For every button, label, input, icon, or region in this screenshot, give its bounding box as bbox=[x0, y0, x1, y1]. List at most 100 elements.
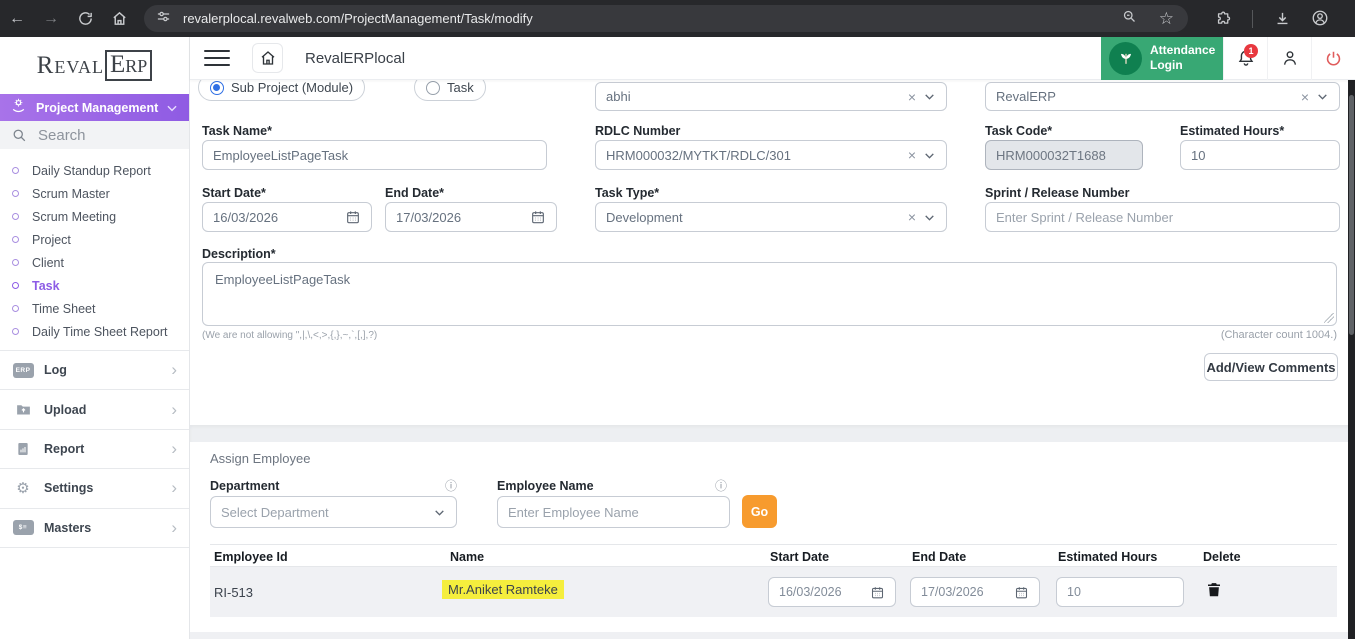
log-icon: ERP bbox=[12, 363, 34, 378]
page-scrollbar[interactable] bbox=[1348, 37, 1355, 639]
forward-icon[interactable]: → bbox=[34, 10, 68, 28]
module-header-project-management[interactable]: Project Management bbox=[0, 94, 189, 121]
logout-button[interactable] bbox=[1311, 37, 1355, 80]
scrollbar-thumb[interactable] bbox=[1349, 95, 1354, 335]
reload-icon[interactable] bbox=[68, 10, 102, 28]
bookmark-star-icon[interactable]: ☆ bbox=[1159, 9, 1174, 29]
sidebar-item-time-sheet[interactable]: Time Sheet bbox=[0, 297, 189, 320]
resize-handle[interactable] bbox=[1324, 313, 1334, 323]
estimated-hours-input[interactable]: 10 bbox=[1180, 140, 1340, 170]
sidebar-group-log[interactable]: ERP Log › bbox=[0, 350, 189, 389]
col-delete: Delete bbox=[1203, 545, 1241, 568]
info-icon[interactable]: ⓘ bbox=[445, 477, 457, 494]
sidebar-group-upload[interactable]: Upload › bbox=[0, 389, 189, 428]
hamburger-menu-icon[interactable] bbox=[204, 45, 230, 71]
back-icon[interactable]: ← bbox=[0, 10, 34, 28]
attendance-login-button[interactable]: Attendance Login bbox=[1101, 37, 1223, 80]
sprint-input[interactable]: Enter Sprint / Release Number bbox=[985, 202, 1340, 232]
chevron-down-icon[interactable] bbox=[923, 211, 936, 224]
calendar-icon[interactable] bbox=[1014, 585, 1029, 600]
zoom-icon[interactable] bbox=[1122, 9, 1137, 29]
sidebar-group-report[interactable]: Report › bbox=[0, 429, 189, 468]
end-date-input[interactable]: 17/03/2026 bbox=[385, 202, 557, 232]
description-textarea[interactable]: EmployeeListPageTask bbox=[202, 262, 1337, 326]
row-estimated-hours-input[interactable]: 10 bbox=[1056, 577, 1184, 607]
bottom-divider bbox=[190, 632, 1355, 639]
row-end-date-input[interactable]: 17/03/2026 bbox=[910, 577, 1040, 607]
sidebar-item-daily-time-sheet-report[interactable]: Daily Time Sheet Report bbox=[0, 320, 189, 343]
attendance-label-line1: Attendance bbox=[1150, 43, 1215, 58]
sidebar-search-input[interactable]: Search bbox=[0, 121, 189, 149]
url-bar[interactable]: revalerplocal.revalweb.com/ProjectManage… bbox=[144, 5, 1188, 32]
col-employee-id: Employee Id bbox=[214, 545, 288, 568]
sidebar-item-scrum-meeting[interactable]: Scrum Meeting bbox=[0, 205, 189, 228]
assign-employee-card: Assign Employee Department ⓘ Employee Na… bbox=[190, 442, 1355, 625]
browser-menu-icon[interactable]: ⋮ bbox=[1341, 9, 1355, 29]
radio-sub-project[interactable]: Sub Project (Module) bbox=[198, 80, 365, 101]
chevron-down-icon[interactable] bbox=[165, 101, 179, 115]
calendar-icon[interactable] bbox=[530, 209, 546, 225]
sidebar-group-settings[interactable]: ⚙ Settings › bbox=[0, 468, 189, 507]
home-icon[interactable] bbox=[102, 10, 136, 28]
sprint-label: Sprint / Release Number bbox=[985, 186, 1130, 200]
rdlc-number-label: RDLC Number bbox=[595, 124, 680, 138]
bullet-icon bbox=[12, 167, 19, 174]
task-code-input: HRM000032T1688 bbox=[985, 140, 1143, 170]
attendance-label-line2: Login bbox=[1150, 58, 1215, 73]
start-date-input[interactable]: 16/03/2026 bbox=[202, 202, 372, 232]
section-divider bbox=[190, 425, 1355, 442]
project-select[interactable]: abhi × bbox=[595, 82, 947, 111]
clear-icon[interactable]: × bbox=[908, 147, 916, 163]
site-settings-icon[interactable] bbox=[156, 9, 171, 29]
chevron-down-icon[interactable] bbox=[923, 90, 936, 103]
task-name-input[interactable]: EmployeeListPageTask bbox=[202, 140, 547, 170]
profile-button[interactable] bbox=[1267, 37, 1311, 80]
employee-name-input[interactable]: Enter Employee Name bbox=[497, 496, 730, 528]
rdlc-number-select[interactable]: HRM000032/MYTKT/RDLC/301 × bbox=[595, 140, 947, 170]
extensions-icon[interactable] bbox=[1206, 10, 1240, 28]
delete-row-button[interactable] bbox=[1205, 580, 1223, 604]
cell-employee-id: RI-513 bbox=[214, 585, 253, 600]
sidebar-group-masters[interactable]: $≡ Masters › bbox=[0, 508, 189, 547]
sidebar-item-project[interactable]: Project bbox=[0, 228, 189, 251]
clear-icon[interactable]: × bbox=[908, 209, 916, 225]
chevron-down-icon[interactable] bbox=[923, 149, 936, 162]
notifications-button[interactable]: 1 bbox=[1223, 37, 1267, 80]
calendar-icon[interactable] bbox=[870, 585, 885, 600]
search-icon bbox=[12, 128, 27, 143]
clear-icon[interactable]: × bbox=[1301, 89, 1309, 105]
chevron-down-icon[interactable] bbox=[1316, 90, 1329, 103]
estimated-hours-label: Estimated Hours* bbox=[1180, 124, 1284, 138]
home-button[interactable] bbox=[252, 43, 283, 73]
logo-text: Reval bbox=[37, 52, 104, 80]
add-view-comments-button[interactable]: Add/View Comments bbox=[1204, 353, 1338, 381]
report-icon bbox=[12, 441, 34, 457]
radio-unselected-icon[interactable] bbox=[426, 81, 440, 95]
go-button[interactable]: Go bbox=[742, 495, 777, 528]
sidebar-item-daily-standup-report[interactable]: Daily Standup Report bbox=[0, 159, 189, 182]
user-icon bbox=[1280, 48, 1300, 68]
character-count: (Character count 1004.) bbox=[1221, 329, 1337, 341]
department-select[interactable]: Select Department bbox=[210, 496, 457, 528]
bullet-icon bbox=[12, 282, 19, 289]
task-type-select[interactable]: Development × bbox=[595, 202, 947, 232]
end-date-label: End Date* bbox=[385, 186, 444, 200]
bullet-icon bbox=[12, 190, 19, 197]
radio-selected-icon[interactable] bbox=[210, 81, 224, 95]
col-start-date: Start Date bbox=[770, 545, 829, 568]
calendar-icon[interactable] bbox=[345, 209, 361, 225]
url-text[interactable]: revalerplocal.revalweb.com/ProjectManage… bbox=[183, 11, 1122, 26]
clear-icon[interactable]: × bbox=[908, 89, 916, 105]
sidebar-item-task[interactable]: Task bbox=[0, 274, 189, 297]
task-name-label: Task Name* bbox=[202, 124, 272, 138]
chevron-down-icon[interactable] bbox=[433, 506, 446, 519]
module-select[interactable]: RevalERP × bbox=[985, 82, 1340, 111]
row-start-date-input[interactable]: 16/03/2026 bbox=[768, 577, 896, 607]
sidebar-item-scrum-master[interactable]: Scrum Master bbox=[0, 182, 189, 205]
main-content: Sub Project (Module) Task abhi × RevalER… bbox=[190, 80, 1355, 639]
info-icon[interactable]: ⓘ bbox=[715, 477, 727, 494]
sidebar-item-client[interactable]: Client bbox=[0, 251, 189, 274]
profile-icon[interactable] bbox=[1303, 9, 1337, 27]
downloads-icon[interactable] bbox=[1265, 10, 1299, 28]
radio-task[interactable]: Task bbox=[414, 80, 486, 101]
